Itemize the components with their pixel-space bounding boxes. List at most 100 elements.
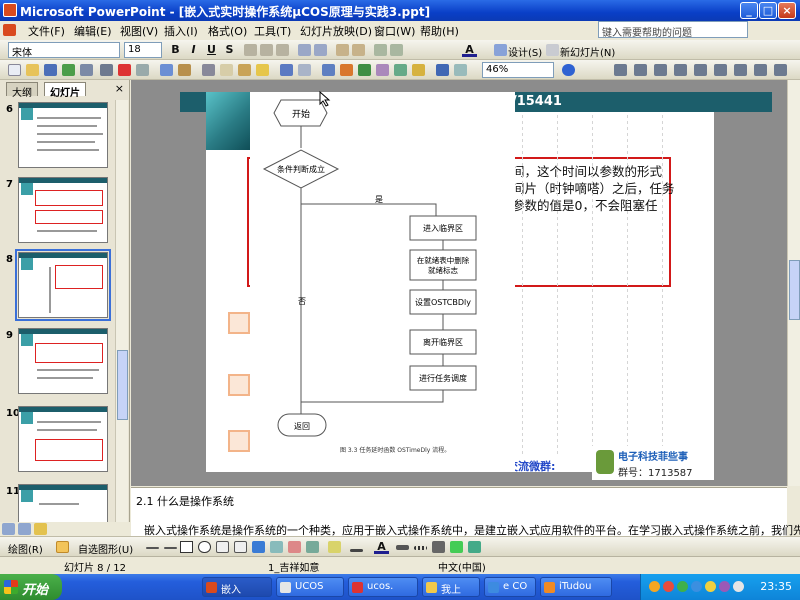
menu-view[interactable]: 视图(V) xyxy=(120,23,158,39)
insert-chart-icon[interactable] xyxy=(322,64,335,76)
align-objects-icon[interactable] xyxy=(694,64,707,76)
fill-color-icon[interactable] xyxy=(328,541,341,553)
bullets-icon[interactable] xyxy=(314,44,327,56)
wordart-icon[interactable] xyxy=(412,64,425,76)
insert-table-icon[interactable] xyxy=(340,64,353,76)
design-button[interactable]: 设计(S) xyxy=(508,44,542,59)
decrease-font-icon[interactable] xyxy=(352,44,365,56)
3d-style-icon[interactable] xyxy=(468,541,481,553)
menu-insert[interactable]: 插入(I) xyxy=(164,23,198,39)
slide-thumbnail-7[interactable]: 7 xyxy=(2,177,114,247)
minimize-button[interactable]: _ xyxy=(740,2,758,19)
arrow-style-icon[interactable] xyxy=(432,541,445,553)
bold-button[interactable]: B xyxy=(168,43,183,57)
redo-icon[interactable] xyxy=(298,64,311,76)
tab-outline[interactable]: 大纲 xyxy=(6,82,38,99)
close-button[interactable]: × xyxy=(778,2,796,19)
textbox-icon[interactable] xyxy=(394,64,407,76)
print-preview-icon[interactable] xyxy=(136,64,149,76)
pane-close-icon[interactable]: × xyxy=(115,82,124,95)
autoshapes-button[interactable]: 自选图形(U) xyxy=(78,541,133,556)
rectangle-icon[interactable] xyxy=(180,541,193,553)
spelling-icon[interactable] xyxy=(160,64,173,76)
research-icon[interactable] xyxy=(178,64,191,76)
send-backward-icon[interactable] xyxy=(674,64,687,76)
distribute-icon[interactable] xyxy=(714,64,727,76)
paste-icon[interactable] xyxy=(238,64,251,76)
menu-edit[interactable]: 编辑(E) xyxy=(74,23,112,39)
save-icon[interactable] xyxy=(44,64,57,76)
slide-thumbnail-10[interactable]: 10 xyxy=(2,406,114,476)
rotate-icon[interactable] xyxy=(734,64,747,76)
speaker-icon[interactable] xyxy=(733,581,744,592)
align-left-icon[interactable] xyxy=(244,44,257,56)
increase-font-icon[interactable] xyxy=(336,44,349,56)
tray-icon[interactable] xyxy=(677,581,688,592)
slide-vertical-scrollbar[interactable] xyxy=(787,80,800,486)
flowchart-diagram[interactable]: 开始 条件判断成立 是 否 进入临界区 在就绪表中删除就绪标志 设置OSTCBD… xyxy=(250,92,515,472)
taskbar-item-ucos-1[interactable]: UCOS xyxy=(276,577,344,597)
new-icon[interactable] xyxy=(8,64,21,76)
ungroup-icon[interactable] xyxy=(634,64,647,76)
line-color-icon[interactable] xyxy=(350,549,363,552)
group-icon[interactable] xyxy=(614,64,627,76)
insert-diagram-icon[interactable] xyxy=(376,64,389,76)
slides-pane-scrollbar[interactable] xyxy=(115,100,128,522)
increase-indent-icon[interactable] xyxy=(390,44,403,56)
menu-window[interactable]: 窗口(W) xyxy=(374,23,415,39)
line-style-icon[interactable] xyxy=(396,545,409,550)
expand-all-icon[interactable] xyxy=(436,64,449,76)
flip-icon[interactable] xyxy=(754,64,767,76)
print-icon[interactable] xyxy=(100,64,113,76)
insert-picture-icon[interactable] xyxy=(358,64,371,76)
shadow-button[interactable]: S xyxy=(222,43,237,57)
slide-thumbnail-6[interactable]: 6 xyxy=(2,102,114,172)
taskbar-item-ppt[interactable]: 嵌入 xyxy=(202,577,272,597)
numbering-icon[interactable] xyxy=(298,44,311,56)
slide-thumbnail-8[interactable]: 8 xyxy=(2,249,114,322)
tray-icon[interactable] xyxy=(663,581,674,592)
tray-icon[interactable] xyxy=(705,581,716,592)
oval-icon[interactable] xyxy=(198,541,211,553)
slide-thumbnail-9[interactable]: 9 xyxy=(2,328,114,398)
bring-forward-icon[interactable] xyxy=(654,64,667,76)
align-right-icon[interactable] xyxy=(276,44,289,56)
menu-help[interactable]: 帮助(H) xyxy=(420,23,459,39)
underline-button[interactable]: U xyxy=(204,43,219,57)
tray-icon[interactable] xyxy=(649,581,660,592)
taskbar-item-browser[interactable]: 我上 xyxy=(422,577,480,597)
start-button[interactable]: 开始 xyxy=(0,574,62,600)
draw-font-color-button[interactable]: A xyxy=(374,540,389,554)
tab-slides[interactable]: 幻灯片 xyxy=(44,82,86,99)
menu-tools[interactable]: 工具(T) xyxy=(254,23,291,39)
shadow-style-icon[interactable] xyxy=(450,541,463,553)
zoom-select[interactable]: 46% xyxy=(482,62,554,78)
copy-icon[interactable] xyxy=(220,64,233,76)
diagram-icon[interactable] xyxy=(270,541,283,553)
menu-slideshow[interactable]: 幻灯片放映(D) xyxy=(300,23,372,39)
maximize-button[interactable]: □ xyxy=(759,2,777,19)
nudge-icon[interactable] xyxy=(774,64,787,76)
new-slide-button[interactable]: 新幻灯片(N) xyxy=(560,44,615,59)
clipart-icon[interactable] xyxy=(288,541,301,553)
dash-style-icon[interactable] xyxy=(414,546,427,550)
normal-view-icon[interactable] xyxy=(2,523,15,535)
font-color-button[interactable]: A xyxy=(462,43,477,57)
tray-icon[interactable] xyxy=(719,581,730,592)
line-icon[interactable] xyxy=(146,547,159,549)
tray-icon[interactable] xyxy=(691,581,702,592)
select-pointer-icon[interactable] xyxy=(56,541,69,553)
open-icon[interactable] xyxy=(26,64,39,76)
cut-icon[interactable] xyxy=(202,64,215,76)
taskbar-item-ucos-2[interactable]: ucos. xyxy=(348,577,418,597)
font-name-select[interactable]: 宋体 xyxy=(8,42,120,58)
menu-format[interactable]: 格式(O) xyxy=(208,23,247,39)
vertical-textbox-icon[interactable] xyxy=(234,541,247,553)
taskbar-item-ie[interactable]: e CO xyxy=(484,577,536,597)
draw-menu-button[interactable]: 绘图(R) xyxy=(8,541,43,556)
italic-button[interactable]: I xyxy=(186,43,201,57)
format-painter-icon[interactable] xyxy=(256,64,269,76)
decrease-indent-icon[interactable] xyxy=(374,44,387,56)
wordart-draw-icon[interactable] xyxy=(252,541,265,553)
font-size-select[interactable]: 18 xyxy=(124,42,162,58)
